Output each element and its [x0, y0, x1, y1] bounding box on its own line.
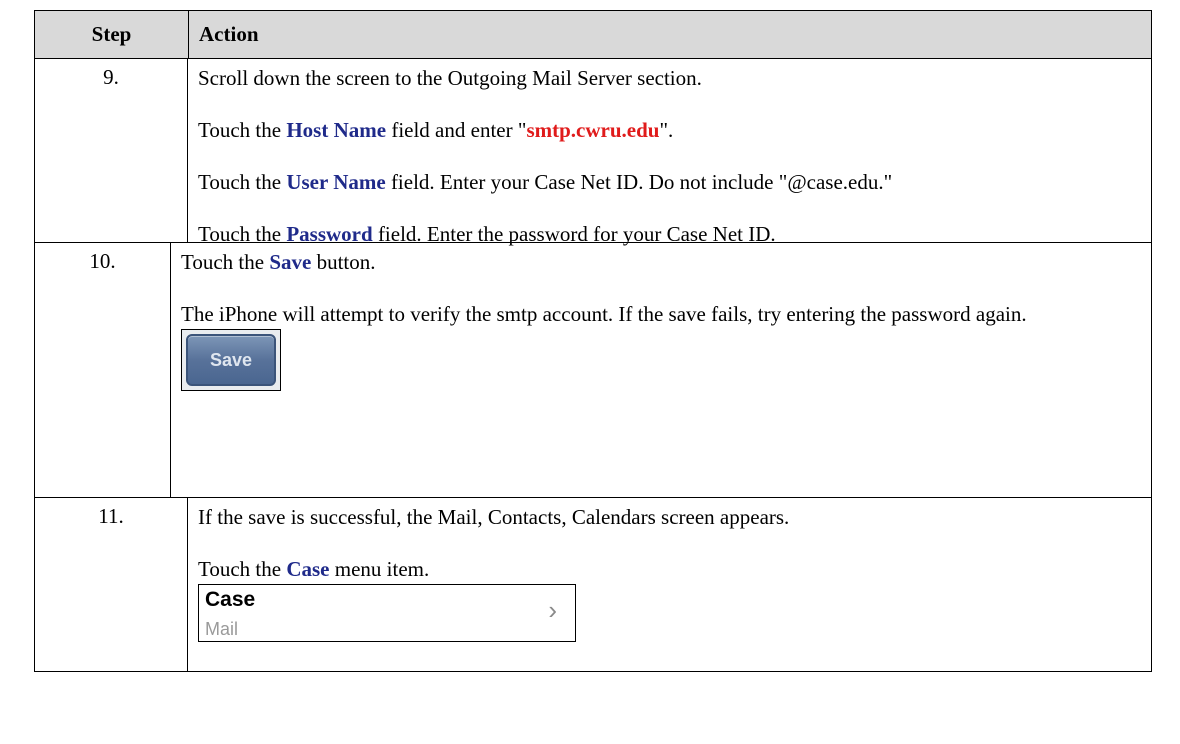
instruction-text: Touch the Host Name field and enter "smt…: [198, 118, 674, 142]
keyword: Case: [286, 557, 330, 581]
header-step: Step: [35, 11, 189, 58]
save-button-screenshot: Save: [181, 329, 281, 391]
keyword: Host Name: [286, 118, 387, 142]
chevron-right-icon: ›: [548, 595, 557, 625]
host-value: smtp.cwru.edu: [526, 118, 660, 142]
step-action: If the save is successful, the Mail, Con…: [188, 498, 1151, 671]
keyword: Save: [269, 250, 312, 274]
keyword: User Name: [286, 170, 386, 194]
instruction-text: If the save is successful, the Mail, Con…: [198, 505, 790, 529]
instruction-text: Touch the User Name field. Enter your Ca…: [198, 170, 893, 194]
header-action: Action: [199, 22, 259, 46]
instruction-text: Touch the Case menu item.: [198, 557, 430, 581]
table-header: Step Action: [35, 11, 1151, 59]
instructions-table: Step Action 9. Scroll down the screen to…: [34, 10, 1152, 672]
menu-item-title: Case: [205, 588, 256, 611]
step-action: Touch the Save button. The iPhone will a…: [171, 243, 1151, 497]
instruction-text: The iPhone will attempt to verify the sm…: [181, 302, 1027, 326]
step-number: 9.: [35, 59, 188, 242]
case-menu-item[interactable]: Case Mail ›: [198, 584, 576, 642]
table-row: 9. Scroll down the screen to the Outgoin…: [35, 59, 1151, 246]
step-number: 10.: [35, 243, 171, 497]
table-row: 11. If the save is successful, the Mail,…: [35, 498, 1151, 671]
step-number: 11.: [35, 498, 188, 671]
menu-item-subtitle: Mail: [205, 619, 239, 639]
instruction-text: Scroll down the screen to the Outgoing M…: [198, 66, 702, 90]
step-action: Scroll down the screen to the Outgoing M…: [188, 59, 1151, 246]
save-button[interactable]: Save: [186, 334, 276, 386]
table-row: 10. Touch the Save button. The iPhone wi…: [35, 243, 1151, 498]
instruction-text: Touch the Save button.: [181, 250, 376, 274]
